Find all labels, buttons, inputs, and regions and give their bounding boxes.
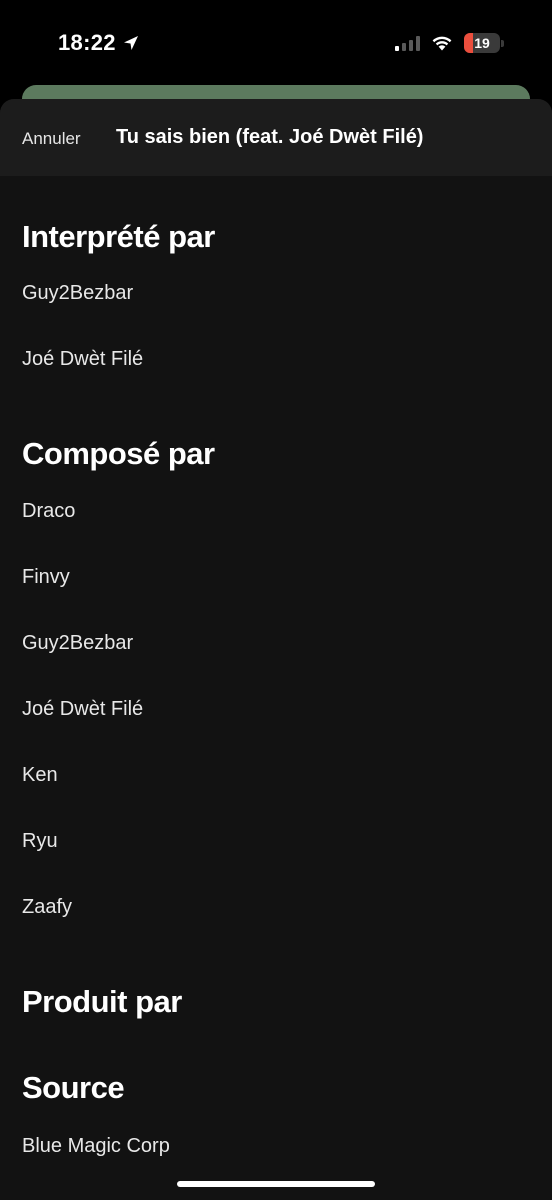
clock: 18:22: [58, 30, 116, 55]
battery-cap: [501, 39, 504, 47]
screen: 18:22 19 Annuler Tu sais bien (feat. Joé…: [0, 0, 552, 1200]
credit-item[interactable]: Guy2Bezbar: [22, 632, 133, 655]
wifi-icon: [432, 36, 452, 51]
home-indicator[interactable]: [177, 1181, 375, 1187]
cancel-button[interactable]: Annuler: [22, 129, 81, 149]
credit-item[interactable]: Finvy: [22, 566, 70, 589]
battery-icon: 19: [464, 33, 500, 53]
credit-item[interactable]: Draco: [22, 500, 75, 523]
section-title-performed: Interprété par: [22, 219, 215, 254]
credit-item[interactable]: Zaafy: [22, 896, 72, 919]
sheet-header: Annuler Tu sais bien (feat. Joé Dwèt Fil…: [0, 99, 552, 176]
cellular-signal-icon: [395, 35, 420, 51]
credit-item[interactable]: Ryu: [22, 830, 58, 853]
credit-item[interactable]: Blue Magic Corp: [22, 1135, 170, 1158]
battery-group: 19: [464, 33, 504, 53]
credit-item[interactable]: Guy2Bezbar: [22, 282, 133, 305]
status-time: 18:22: [58, 30, 140, 56]
section-title-produced: Produit par: [22, 984, 182, 1019]
credit-item[interactable]: Joé Dwèt Filé: [22, 698, 143, 721]
credits-sheet: Annuler Tu sais bien (feat. Joé Dwèt Fil…: [0, 99, 552, 1200]
credit-item[interactable]: Ken: [22, 764, 58, 787]
sheet-title: Tu sais bien (feat. Joé Dwèt Filé): [116, 126, 424, 148]
status-indicators: 19: [395, 33, 504, 53]
status-bar: 18:22 19: [0, 0, 552, 90]
section-title-composed: Composé par: [22, 436, 215, 471]
battery-level: 19: [474, 35, 490, 51]
section-title-source: Source: [22, 1070, 125, 1105]
location-arrow-icon: [123, 36, 138, 50]
credit-item[interactable]: Joé Dwèt Filé: [22, 348, 143, 371]
